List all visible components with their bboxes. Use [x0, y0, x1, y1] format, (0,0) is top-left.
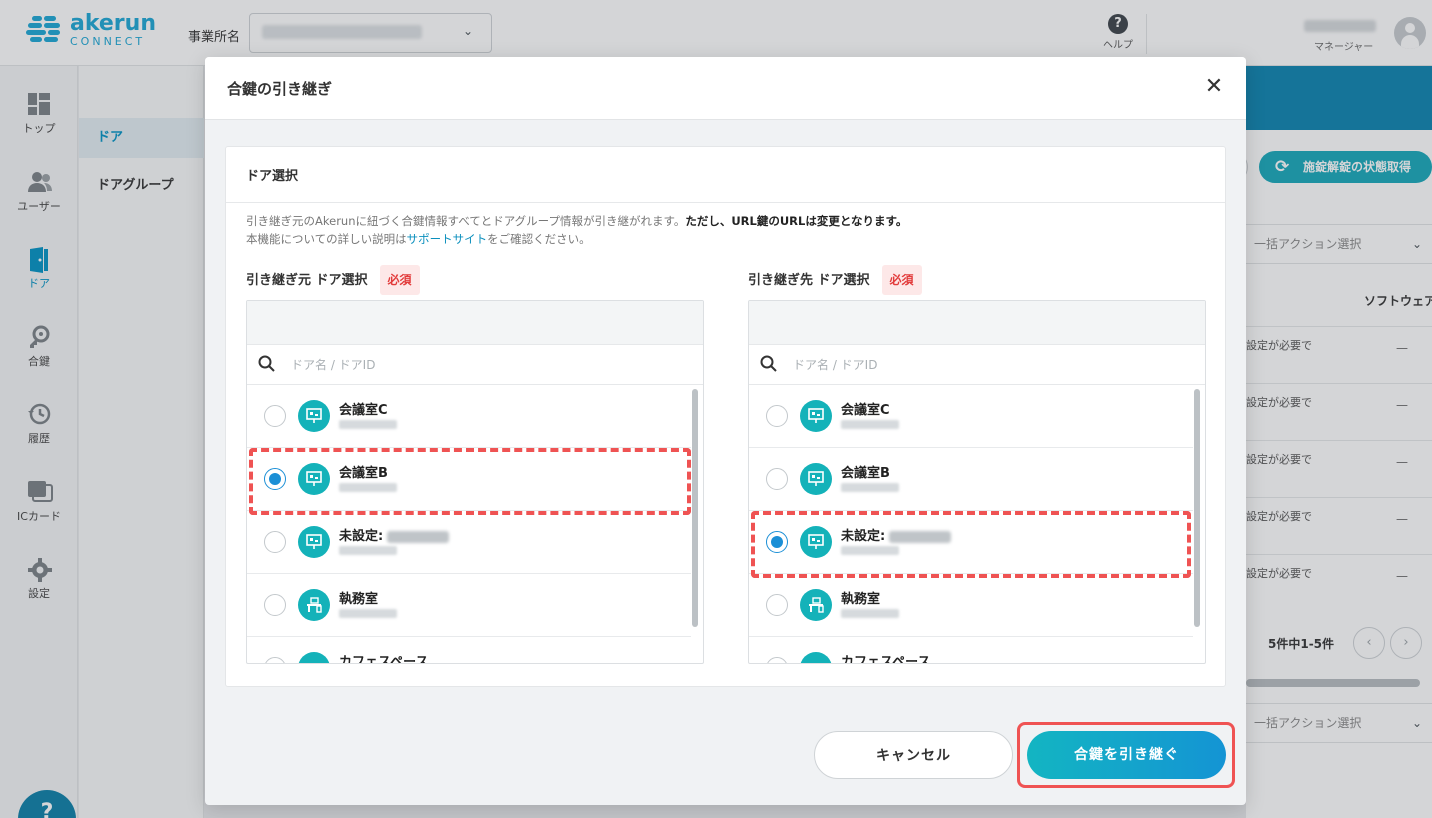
modal-title: 合鍵の引き継ぎ — [227, 80, 333, 98]
radio-button-selected[interactable] — [264, 468, 286, 490]
meeting-room-icon — [298, 400, 330, 432]
source-door-label-text: 引き継ぎ元 ドア選択 — [246, 273, 368, 288]
door-selection-card: ドア選択 引き継ぎ元のAkerunに紐づく合鍵情報すべてとドアグループ情報が引き… — [225, 146, 1226, 687]
note-emphasis: ただし、URL鍵のURLは変更となります。 — [685, 214, 908, 228]
source-door-list: 会議室C 会議室B 未設定: — [246, 300, 704, 664]
door-name: 執務室 — [339, 592, 379, 607]
door-id-redacted — [339, 609, 397, 618]
list-item[interactable]: 執務室 — [749, 574, 1193, 637]
vertical-scrollbar[interactable] — [692, 389, 698, 627]
meeting-room-icon — [800, 463, 832, 495]
door-name: 未設定: — [339, 525, 450, 544]
list-item[interactable]: 執務室 — [247, 574, 691, 637]
description-text: 引き継ぎ元のAkerunに紐づく合鍵情報すべてとドアグループ情報が引き継がれます… — [246, 212, 907, 248]
radio-button[interactable] — [264, 531, 286, 553]
door-id-redacted — [339, 420, 397, 429]
door-id-redacted — [841, 609, 899, 618]
radio-button-selected[interactable] — [766, 531, 788, 553]
required-badge: 必須 — [379, 265, 420, 295]
radio-button[interactable] — [766, 657, 788, 663]
list-item[interactable]: 会議室C — [749, 385, 1193, 448]
radio-button[interactable] — [766, 468, 788, 490]
target-door-list: 会議室C 会議室B 未設定: — [748, 300, 1206, 664]
required-badge: 必須 — [881, 265, 922, 295]
section-title: ドア選択 — [246, 169, 299, 184]
cancel-button[interactable]: キャンセル — [814, 731, 1013, 779]
door-id-redacted — [841, 420, 899, 429]
door-rows: 会議室C 会議室B 未設定: 執務室 カフェスペース — [749, 385, 1193, 664]
transfer-key-modal: 合鍵の引き継ぎ ✕ ドア選択 引き継ぎ元のAkerunに紐づく合鍵情報すべてとド… — [205, 57, 1246, 805]
search-row — [749, 345, 1205, 385]
search-icon — [760, 355, 777, 372]
vertical-scrollbar[interactable] — [1194, 389, 1200, 627]
list-item[interactable]: カフェスペース — [749, 637, 1193, 664]
transfer-key-button[interactable]: 合鍵を引き継ぐ — [1027, 731, 1226, 779]
door-name-redacted — [387, 530, 450, 543]
divider — [226, 202, 1225, 203]
list-item[interactable]: 未設定: — [749, 511, 1193, 574]
list-item[interactable]: 会議室B — [749, 448, 1193, 511]
cafe-icon — [298, 652, 330, 663]
list-item[interactable]: カフェスペース — [247, 637, 691, 664]
door-id-redacted — [841, 546, 899, 555]
door-name-text: 未設定: — [339, 529, 384, 544]
door-search-input[interactable] — [291, 351, 681, 379]
note-text: をご確認ください。 — [487, 232, 591, 246]
door-name: 執務室 — [841, 592, 881, 607]
office-desk-icon — [800, 589, 832, 621]
list-item[interactable]: 会議室C — [247, 385, 691, 448]
door-name: 会議室B — [841, 466, 890, 481]
note-text: 本機能についての詳しい説明は — [246, 232, 407, 246]
meeting-room-icon — [800, 400, 832, 432]
source-door-label: 引き継ぎ元 ドア選択 必須 — [246, 265, 420, 295]
door-search-input[interactable] — [793, 351, 1183, 379]
target-door-label: 引き継ぎ先 ドア選択 必須 — [748, 265, 922, 295]
door-name: 会議室C — [841, 403, 890, 418]
list-item[interactable]: 未設定: — [247, 511, 691, 574]
radio-button[interactable] — [264, 405, 286, 427]
search-icon — [258, 355, 275, 372]
radio-button[interactable] — [264, 594, 286, 616]
door-rows: 会議室C 会議室B 未設定: 執務室 カフェスペース — [247, 385, 691, 664]
door-id-redacted — [339, 483, 397, 492]
meeting-room-icon — [800, 526, 832, 558]
cafe-icon — [800, 652, 832, 663]
support-site-link[interactable]: サポートサイト — [407, 232, 488, 246]
meeting-room-icon — [298, 526, 330, 558]
door-name: カフェスペース — [339, 655, 429, 664]
radio-button[interactable] — [766, 405, 788, 427]
close-icon[interactable]: ✕ — [1200, 73, 1228, 101]
note-text: 引き継ぎ元のAkerunに紐づく合鍵情報すべてとドアグループ情報が引き継がれます… — [246, 214, 686, 228]
list-item[interactable]: 会議室B — [247, 448, 691, 511]
radio-button[interactable] — [264, 657, 286, 663]
door-name-redacted — [889, 530, 952, 543]
list-header — [749, 301, 1205, 345]
meeting-room-icon — [298, 463, 330, 495]
target-door-label-text: 引き継ぎ先 ドア選択 — [748, 273, 870, 288]
door-name: 会議室C — [339, 403, 388, 418]
list-header — [247, 301, 703, 345]
door-id-redacted — [339, 546, 397, 555]
office-desk-icon — [298, 589, 330, 621]
door-name: 未設定: — [841, 525, 952, 544]
modal-header: 合鍵の引き継ぎ ✕ — [205, 57, 1246, 120]
search-row — [247, 345, 703, 385]
door-id-redacted — [841, 483, 899, 492]
door-name-text: 未設定: — [841, 529, 886, 544]
door-name: 会議室B — [339, 466, 388, 481]
radio-button[interactable] — [766, 594, 788, 616]
door-name: カフェスペース — [841, 655, 931, 664]
